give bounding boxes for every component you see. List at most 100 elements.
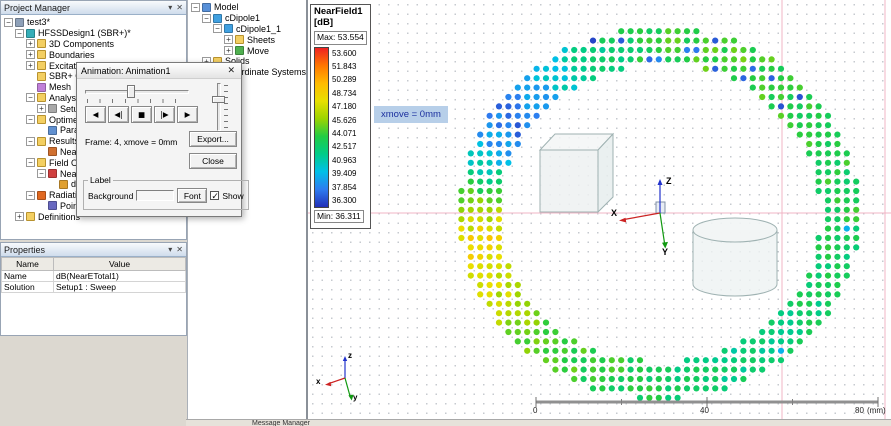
field-dot <box>834 282 840 288</box>
field-dot <box>834 141 840 147</box>
expand-icon[interactable]: + <box>224 46 233 55</box>
field-dot <box>543 357 549 363</box>
label-group: Label Background Font ✓ Show <box>83 175 249 210</box>
step-forward-button[interactable]: |▶ <box>154 106 175 123</box>
close-icon[interactable]: ✕ <box>176 244 183 256</box>
field-dot <box>675 385 681 391</box>
dialog-titlebar[interactable]: Animation: Animation1 ✕ <box>77 63 241 79</box>
step-back-button[interactable]: ◀| <box>108 106 129 123</box>
play-reverse-button[interactable]: ◀ <box>85 106 106 123</box>
collapse-icon[interactable]: − <box>202 14 211 23</box>
chevron-down-icon[interactable]: ▾ <box>168 244 172 256</box>
3d-viewport[interactable]: NearField1 [dB] Max: 53.554 53.60051.843… <box>308 0 891 419</box>
collapse-icon[interactable]: − <box>26 115 35 124</box>
expand-icon[interactable]: + <box>26 61 35 70</box>
field-dot <box>515 310 521 316</box>
field-dot <box>543 320 549 326</box>
field-dot <box>712 385 718 391</box>
collapse-icon[interactable]: − <box>26 191 35 200</box>
stop-button[interactable]: ■ <box>131 106 152 123</box>
tree-item[interactable]: −cDipole1 <box>189 13 306 24</box>
collapse-icon[interactable]: − <box>213 24 222 33</box>
expand-icon[interactable]: + <box>15 212 24 221</box>
field-dot <box>487 122 493 128</box>
collapse-icon[interactable]: − <box>26 158 35 167</box>
property-value-cell[interactable]: dB(NearETotal1) <box>54 271 186 282</box>
field-dot <box>505 141 511 147</box>
close-button[interactable]: Close <box>189 153 237 169</box>
close-icon[interactable]: ✕ <box>225 65 237 76</box>
field-dot <box>487 273 493 279</box>
property-value-cell[interactable]: Setup1 : Sweep <box>54 282 186 293</box>
field-dot <box>665 38 671 44</box>
field-dot <box>599 376 605 382</box>
frame-slider[interactable] <box>85 85 189 103</box>
expand-icon[interactable]: + <box>37 104 46 113</box>
frame-slider-thumb[interactable] <box>127 85 135 98</box>
field-dot <box>628 47 634 53</box>
background-label: Background <box>88 191 133 201</box>
collapse-icon[interactable]: − <box>26 93 35 102</box>
field-dot <box>844 179 850 185</box>
collapse-icon[interactable]: − <box>26 137 35 146</box>
export-button[interactable]: Export... <box>189 131 237 147</box>
field-dot <box>571 338 577 344</box>
field-dot <box>590 385 596 391</box>
field-dot <box>496 301 502 307</box>
chevron-down-icon[interactable]: ▾ <box>168 2 172 14</box>
field-dot <box>759 85 765 91</box>
play-forward-button[interactable]: ▶ <box>177 106 198 123</box>
field-dot <box>656 367 662 373</box>
background-color-swatch[interactable] <box>136 190 174 201</box>
legend-scale-value: 53.600 <box>332 47 356 60</box>
field-dot <box>552 66 558 72</box>
collapse-icon[interactable]: − <box>15 29 24 38</box>
tree-item[interactable]: +Sheets <box>189 34 306 45</box>
column-header-name[interactable]: Name <box>2 258 54 271</box>
field-dot <box>665 47 671 53</box>
column-header-value[interactable]: Value <box>54 258 186 271</box>
field-dot <box>496 282 502 288</box>
field-dot <box>684 38 690 44</box>
field-dot <box>468 197 474 203</box>
close-icon[interactable]: ✕ <box>176 2 183 14</box>
field-dot <box>787 348 793 354</box>
expand-icon[interactable]: + <box>224 35 233 44</box>
field-dot <box>825 244 831 250</box>
expand-icon[interactable]: + <box>26 50 35 59</box>
show-checkbox[interactable]: ✓ <box>210 191 219 200</box>
properties-titlebar[interactable]: Properties ▾ ✕ <box>1 243 186 257</box>
field-dot <box>515 291 521 297</box>
collapse-icon[interactable]: − <box>4 18 13 27</box>
tree-item[interactable]: +3D Components <box>2 39 186 50</box>
tree-item[interactable]: +Boundaries <box>2 49 186 60</box>
tree-item[interactable]: −Model <box>189 2 306 13</box>
legend-scale-value: 44.071 <box>332 127 356 140</box>
tree-item[interactable]: −HFSSDesign1 (SBR+)* <box>2 28 186 39</box>
collapse-icon[interactable]: − <box>191 3 200 12</box>
message-manager-bar[interactable]: Message Manager <box>186 419 891 426</box>
project-manager-titlebar[interactable]: Project Manager ▾ ✕ <box>1 1 186 15</box>
field-dot <box>552 94 558 100</box>
tree-item[interactable]: −cDipole1_1 <box>189 24 306 35</box>
field-dot <box>853 188 859 194</box>
tree-item[interactable]: −test3* <box>2 17 186 28</box>
field-dot <box>468 226 474 232</box>
field-dot <box>816 141 822 147</box>
legend-scale-value: 47.180 <box>332 100 356 113</box>
field-dot <box>825 141 831 147</box>
speed-slider[interactable] <box>211 83 227 131</box>
field-dot <box>515 320 521 326</box>
field-dot <box>853 226 859 232</box>
field-dot <box>731 66 737 72</box>
field-dot <box>769 94 775 100</box>
field-dot <box>825 282 831 288</box>
field-dot <box>552 357 558 363</box>
field-dot <box>750 66 756 72</box>
expand-icon[interactable]: + <box>26 39 35 48</box>
field-dot <box>693 56 699 62</box>
tree-item[interactable]: +Move <box>189 45 306 56</box>
font-button[interactable]: Font <box>177 188 207 203</box>
collapse-icon[interactable]: − <box>37 169 46 178</box>
field-dot <box>816 103 822 109</box>
